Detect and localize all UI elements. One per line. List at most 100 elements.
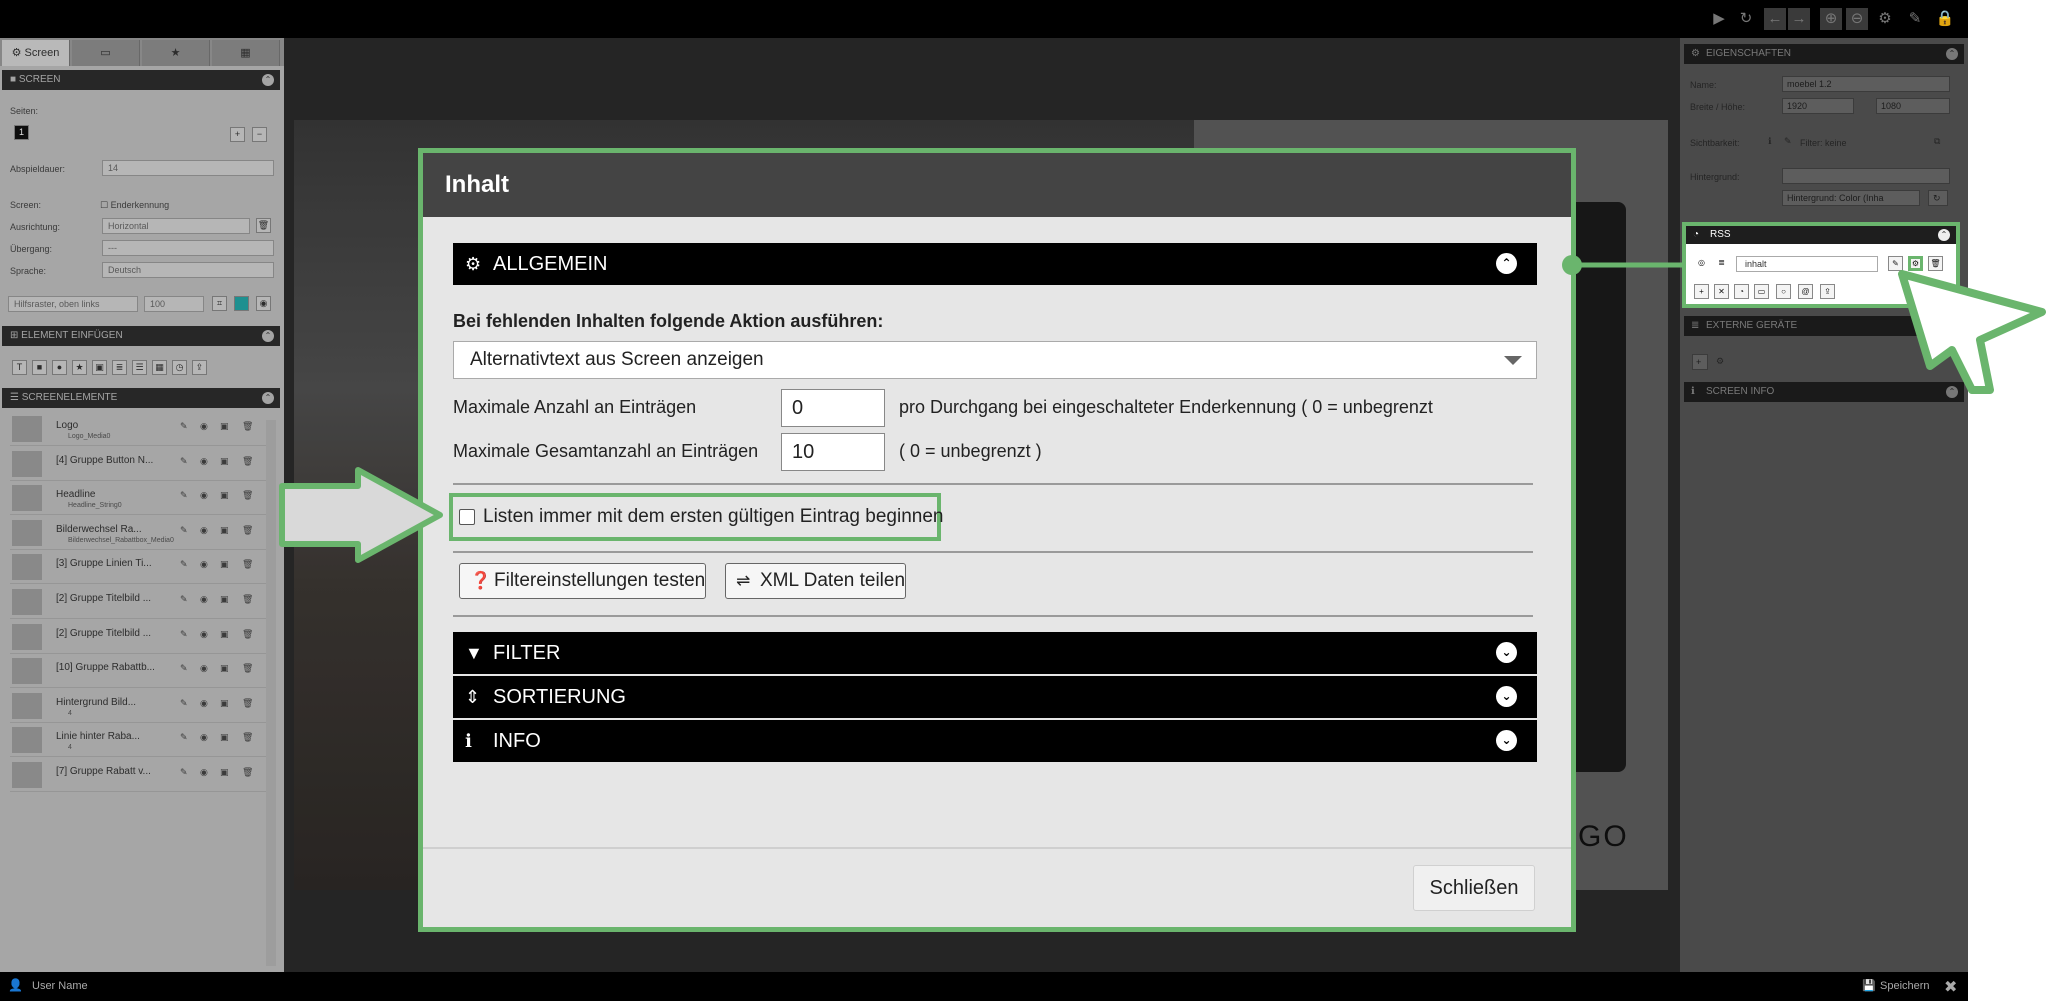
- settings-icon[interactable]: ⚙: [1716, 356, 1724, 367]
- trash-icon[interactable]: 🗑: [242, 559, 253, 570]
- insert-circle-icon[interactable]: ●: [52, 360, 67, 375]
- add-device-button[interactable]: +: [1692, 354, 1708, 370]
- remove-page-button[interactable]: −: [252, 127, 267, 142]
- eye-icon[interactable]: ◉: [256, 296, 271, 311]
- section-header-elements[interactable]: ☰ SCREENELEMENTE ⌃: [2, 388, 280, 408]
- edit-icon[interactable]: ✎: [180, 594, 188, 605]
- lock-icon[interactable]: 🔒: [1934, 8, 1956, 30]
- database-icon[interactable]: ≣: [1714, 256, 1729, 271]
- eye-icon[interactable]: ◉: [200, 594, 208, 605]
- height-input[interactable]: 1080: [1876, 98, 1950, 114]
- user-upload-icon[interactable]: ⇪: [1820, 284, 1835, 299]
- tab-screen[interactable]: ⚙ Screen: [2, 40, 70, 66]
- accordion-filter[interactable]: ▼ FILTER ⌄: [453, 632, 1537, 674]
- grid-color-swatch[interactable]: [234, 296, 249, 311]
- delete-button[interactable]: 🗑: [1928, 256, 1943, 271]
- lock-icon[interactable]: ▣: [220, 698, 229, 709]
- edit-icon[interactable]: ✎: [180, 663, 188, 674]
- shuffle-icon[interactable]: ✕: [1714, 284, 1729, 299]
- redo-icon[interactable]: →: [1788, 8, 1810, 30]
- list-item[interactable]: Hintergrund Bild... 4 ✎ ◉ ▣ 🗑: [10, 689, 272, 723]
- list-item[interactable]: [3] Gruppe Linien Ti... ✎ ◉ ▣ 🗑: [10, 550, 272, 585]
- eye-icon[interactable]: ◉: [200, 525, 208, 536]
- section-header-properties[interactable]: ⚙ EIGENSCHAFTEN ⌃: [1684, 44, 1964, 64]
- list-item[interactable]: Logo Logo_Media0 ✎ ◉ ▣ 🗑: [10, 412, 272, 446]
- info-icon[interactable]: ℹ: [1768, 136, 1771, 147]
- insert-clock-icon[interactable]: ◷: [172, 360, 187, 375]
- monitor-icon[interactable]: ▭: [1754, 284, 1769, 299]
- zoom-out-icon[interactable]: ⊖: [1846, 8, 1868, 30]
- transition-select[interactable]: ---: [102, 240, 274, 256]
- zoom-in-icon[interactable]: ⊕: [1820, 8, 1842, 30]
- insert-image-icon[interactable]: ▣: [92, 360, 107, 375]
- lock-icon[interactable]: ▣: [220, 767, 229, 778]
- section-header-screen[interactable]: ■ SCREEN ⌃: [2, 70, 280, 90]
- trash-icon[interactable]: 🗑: [242, 698, 253, 709]
- list-item[interactable]: [2] Gruppe Titelbild ... ✎ ◉ ▣ 🗑: [10, 585, 272, 619]
- close-icon[interactable]: ✖: [1944, 977, 1957, 997]
- edit-icon[interactable]: ✎: [180, 767, 188, 778]
- insert-table-icon[interactable]: ▦: [152, 360, 167, 375]
- trash-icon[interactable]: 🗑: [242, 663, 253, 674]
- eye-icon[interactable]: ◉: [200, 456, 208, 467]
- lock-icon[interactable]: ▣: [220, 456, 229, 467]
- list-item[interactable]: [2] Gruppe Titelbild ... ✎ ◉ ▣ 🗑: [10, 620, 272, 654]
- refresh-icon[interactable]: ↻: [1735, 8, 1757, 30]
- insert-database-icon[interactable]: ≣: [112, 360, 127, 375]
- edit-icon[interactable]: ✎: [1904, 8, 1926, 30]
- chevron-up-icon[interactable]: ⌃: [1496, 253, 1517, 274]
- background-color-field[interactable]: [1782, 168, 1950, 184]
- insert-text-icon[interactable]: T: [12, 360, 27, 375]
- end-detection-checkbox[interactable]: ☐ Enderkennung: [100, 200, 169, 211]
- section-header-insert[interactable]: ⊞ ELEMENT EINFÜGEN ⌃: [2, 326, 280, 346]
- background-select[interactable]: Hintergrund: Color (Inha: [1782, 190, 1920, 206]
- edit-icon[interactable]: ✎: [180, 456, 188, 467]
- language-select[interactable]: Deutsch: [102, 262, 274, 278]
- add-source-icon[interactable]: +: [1694, 284, 1709, 299]
- rss-feed-icon[interactable]: ◔: [1734, 284, 1749, 299]
- insert-rectangle-icon[interactable]: ■: [32, 360, 47, 375]
- lock-icon[interactable]: ▣: [220, 490, 229, 501]
- collapse-icon[interactable]: ⌃: [262, 330, 274, 342]
- circle-icon[interactable]: ○: [1776, 284, 1791, 299]
- lock-icon[interactable]: ▣: [220, 594, 229, 605]
- at-icon[interactable]: @: [1798, 284, 1813, 299]
- section-header-screen-info[interactable]: ℹ SCREEN INFO ⌃: [1684, 382, 1964, 402]
- lock-icon[interactable]: ▣: [220, 663, 229, 674]
- trash-icon[interactable]: 🗑: [242, 421, 253, 432]
- trash-icon[interactable]: 🗑: [242, 594, 253, 605]
- orientation-select[interactable]: Horizontal: [102, 218, 250, 234]
- trash-icon[interactable]: 🗑: [242, 490, 253, 501]
- edit-icon[interactable]: ✎: [180, 559, 188, 570]
- start-first-label[interactable]: Listen immer mit dem ersten gültigen Ein…: [483, 506, 943, 528]
- test-filter-button[interactable]: ❓ Filtereinstellungen testen: [459, 563, 707, 599]
- lock-icon[interactable]: ▣: [220, 525, 229, 536]
- gear-icon[interactable]: ⚙: [1874, 8, 1896, 30]
- missing-action-select[interactable]: Alternativtext aus Screen anzeigen: [453, 341, 1537, 379]
- edit-button[interactable]: ✎: [1888, 256, 1903, 271]
- eye-icon[interactable]: ◉: [200, 421, 208, 432]
- lock-icon[interactable]: ▣: [220, 732, 229, 743]
- delete-button[interactable]: 🗑: [256, 218, 271, 233]
- edit-icon[interactable]: ✎: [180, 698, 188, 709]
- scrollbar[interactable]: [266, 420, 276, 966]
- refresh-icon[interactable]: ↻: [1928, 190, 1948, 206]
- insert-star-icon[interactable]: ★: [72, 360, 87, 375]
- rss-source-input[interactable]: inhalt: [1736, 256, 1878, 272]
- lock-icon[interactable]: ▣: [220, 421, 229, 432]
- trash-icon[interactable]: 🗑: [242, 767, 253, 778]
- list-item[interactable]: Bilderwechsel Ra... Bilderwechsel_Rabattb…: [10, 516, 272, 550]
- lock-icon[interactable]: ▣: [220, 629, 229, 640]
- eye-icon[interactable]: ◉: [200, 559, 208, 570]
- collapse-icon[interactable]: ⌃: [262, 74, 274, 86]
- section-header-external-devices[interactable]: ≣ EXTERNE GERÄTE: [1684, 316, 1964, 336]
- edit-icon[interactable]: ✎: [1784, 136, 1792, 147]
- eye-icon[interactable]: ◉: [200, 490, 208, 501]
- list-item[interactable]: [7] Gruppe Rabatt v... ✎ ◉ ▣ 🗑: [10, 758, 272, 792]
- eye-icon[interactable]: ◉: [200, 698, 208, 709]
- page-1-button[interactable]: 1: [14, 125, 29, 140]
- chevron-down-icon[interactable]: ⌄: [1496, 730, 1517, 751]
- eye-icon[interactable]: ◉: [200, 767, 208, 778]
- eye-icon[interactable]: ◉: [200, 663, 208, 674]
- accordion-general[interactable]: ⚙ ALLGEMEIN ⌃: [453, 243, 1537, 285]
